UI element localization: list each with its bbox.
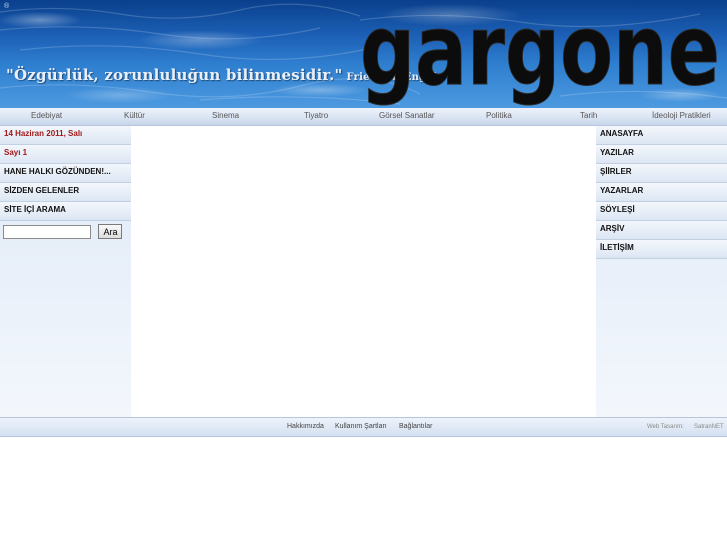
footer-link-kullanim-sartlari[interactable]: Kullanım Şartları xyxy=(335,423,387,430)
menu-soylesi[interactable]: SÖYLEŞİ xyxy=(596,202,727,221)
nav-tiyatro[interactable]: Tiyatro xyxy=(304,111,328,120)
sidebar-item-hane-halki[interactable]: HANE HALKI GÖZÜNDEN!... xyxy=(0,164,131,183)
menu-siirler[interactable]: ŞİİRLER xyxy=(596,164,727,183)
footer-link-baglantilar[interactable]: Bağlantılar xyxy=(399,423,432,430)
sidebar-item-site-ici-arama: SİTE İÇİ ARAMA xyxy=(0,202,131,221)
search-button[interactable]: Ara xyxy=(98,224,123,240)
nav-gorsel-sanatlar[interactable]: Görsel Sanatlar xyxy=(379,111,435,120)
right-sidebar: ANASAYFA YAZILAR ŞİİRLER YAZARLAR SÖYLEŞ… xyxy=(596,126,727,417)
footer-link-hakkimizda[interactable]: Hakkımızda xyxy=(287,423,324,430)
footer: Hakkımızda Kullanım Şartları Bağlantılar… xyxy=(0,417,727,437)
left-sidebar: 14 Haziran 2011, Salı Sayı 1 HANE HALKI … xyxy=(0,126,131,417)
top-nav: Edebiyat Kültür Sinema Tiyatro Görsel Sa… xyxy=(0,108,727,126)
menu-yazarlar[interactable]: YAZARLAR xyxy=(596,183,727,202)
nav-kultur[interactable]: Kültür xyxy=(124,111,145,120)
site-logo[interactable]: gargone xyxy=(358,6,727,108)
nav-sinema[interactable]: Sinema xyxy=(212,111,239,120)
nav-tarih[interactable]: Tarih xyxy=(580,111,597,120)
menu-anasayfa[interactable]: ANASAYFA xyxy=(596,126,727,145)
logo-text: gargone xyxy=(360,6,720,108)
issue-number[interactable]: Sayı 1 xyxy=(0,145,131,164)
quote-text: "Özgürlük, zorunluluğun bilinmesidir." xyxy=(6,66,343,84)
main-content xyxy=(131,126,596,417)
sidebar-item-sizden-gelenler[interactable]: SİZDEN GELENLER xyxy=(0,183,131,202)
search-form: Ara xyxy=(3,223,123,241)
menu-yazilar[interactable]: YAZILAR xyxy=(596,145,727,164)
nav-edebiyat[interactable]: Edebiyat xyxy=(31,111,62,120)
nav-politika[interactable]: Politika xyxy=(486,111,512,120)
footer-credit-label: Web Tasarım: xyxy=(647,424,684,430)
current-date: 14 Haziran 2011, Salı xyxy=(0,126,131,145)
header-banner: ® "Özgürlük, zorunluluğun bilinmesidir."… xyxy=(0,0,727,108)
footer-credit-link[interactable]: SatranNET xyxy=(694,424,724,430)
menu-arsiv[interactable]: ARŞİV xyxy=(596,221,727,240)
registered-mark: ® xyxy=(4,3,10,10)
search-input[interactable] xyxy=(3,224,91,239)
menu-iletisim[interactable]: İLETİŞİM xyxy=(596,240,727,259)
nav-ideoloji-pratikleri[interactable]: İdeoloji Pratikleri xyxy=(652,111,711,120)
